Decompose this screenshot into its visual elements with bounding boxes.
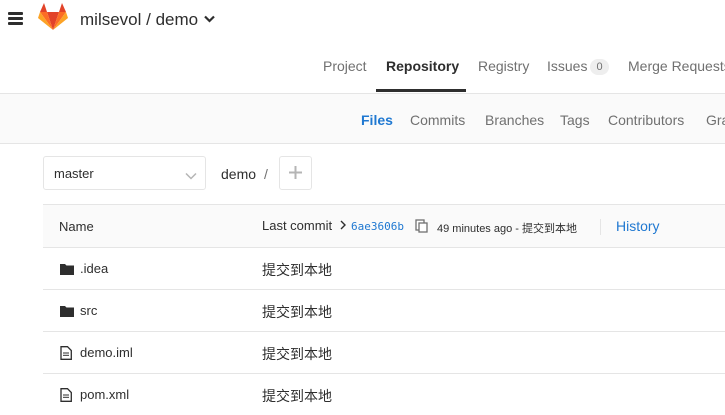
chevron-right-icon	[340, 219, 346, 233]
table-row[interactable]: src 提交到本地	[43, 290, 725, 332]
active-tab-underline	[376, 89, 466, 92]
file-name[interactable]: src	[80, 303, 97, 318]
issues-count-badge: 0	[590, 59, 609, 75]
gitlab-logo-icon[interactable]	[38, 3, 68, 31]
project-nav: Project Repository Registry Issues 0 Merg…	[0, 38, 725, 94]
commit-meta: 49 minutes ago - 提交到本地	[437, 223, 577, 235]
file-icon	[60, 388, 72, 407]
file-name[interactable]: pom.xml	[80, 387, 129, 402]
chevron-down-icon	[204, 8, 215, 28]
file-name[interactable]: demo.iml	[80, 345, 133, 360]
repository-sub-nav: Files Commits Branches Tags Contributors…	[0, 94, 725, 144]
header-divider	[600, 219, 601, 235]
folder-icon	[60, 262, 74, 280]
subtab-graph[interactable]: Gra	[706, 112, 725, 128]
project-title-text: milsevol / demo	[80, 10, 199, 29]
branch-select[interactable]: master	[43, 156, 206, 190]
tab-registry[interactable]: Registry	[478, 58, 529, 74]
breadcrumb: demo /	[221, 166, 268, 182]
commit-message[interactable]: 提交到本地	[262, 302, 332, 322]
add-file-button[interactable]	[279, 156, 312, 190]
copy-sha-icon[interactable]	[415, 219, 428, 238]
file-name[interactable]: .idea	[80, 261, 108, 276]
commit-message[interactable]: 提交到本地	[262, 344, 332, 364]
top-header: milsevol / demo	[0, 0, 725, 38]
plus-icon	[289, 166, 302, 184]
commit-sha-link[interactable]: 6ae3606b	[351, 220, 404, 233]
file-table-header: Name Last commit 6ae3606b 49 minutes ago…	[43, 204, 725, 248]
folder-icon	[60, 304, 74, 322]
breadcrumb-separator: /	[264, 166, 268, 182]
subtab-files[interactable]: Files	[361, 112, 393, 128]
branch-select-value: master	[54, 166, 94, 181]
name-column-header: Name	[59, 219, 94, 234]
subtab-commits[interactable]: Commits	[410, 112, 465, 128]
commit-message[interactable]: 提交到本地	[262, 260, 332, 280]
tab-issues[interactable]: Issues 0	[547, 58, 609, 75]
table-row[interactable]: demo.iml 提交到本地	[43, 332, 725, 374]
table-row[interactable]: pom.xml 提交到本地	[43, 374, 725, 415]
tab-project[interactable]: Project	[323, 58, 367, 74]
history-link[interactable]: History	[616, 218, 660, 234]
tab-issues-label: Issues	[547, 58, 588, 74]
last-commit-label: Last commit	[262, 218, 333, 233]
breadcrumb-project-link[interactable]: demo	[221, 166, 256, 182]
chevron-down-icon	[185, 167, 197, 185]
tab-repository[interactable]: Repository	[386, 58, 459, 74]
commit-message[interactable]: 提交到本地	[262, 386, 332, 406]
subtab-branches[interactable]: Branches	[485, 112, 544, 128]
table-row[interactable]: .idea 提交到本地	[43, 248, 725, 290]
hamburger-menu-icon[interactable]	[8, 12, 23, 25]
project-title[interactable]: milsevol / demo	[80, 8, 215, 30]
file-icon	[60, 346, 72, 365]
subtab-tags[interactable]: Tags	[560, 112, 590, 128]
subtab-contributors[interactable]: Contributors	[608, 112, 684, 128]
tab-merge-requests[interactable]: Merge Requests	[628, 58, 725, 74]
